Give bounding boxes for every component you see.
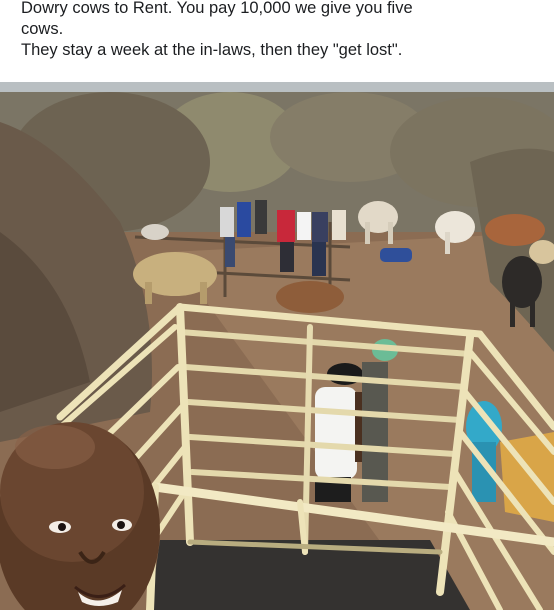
caption-line-2: cows. <box>21 20 64 38</box>
post-caption: Dowry cows to Rent. You pay 10,000 we gi… <box>0 0 554 82</box>
caption-line-1: Dowry cows to Rent. You pay 10,000 we gi… <box>21 0 413 17</box>
photo-illustration <box>0 82 554 610</box>
caption-line-3: They stay a week at the in-laws, then th… <box>21 41 403 59</box>
water-drum <box>380 248 412 262</box>
cow <box>141 224 169 240</box>
cow <box>485 214 545 246</box>
cow <box>276 281 344 313</box>
post-photo[interactable] <box>0 82 554 610</box>
